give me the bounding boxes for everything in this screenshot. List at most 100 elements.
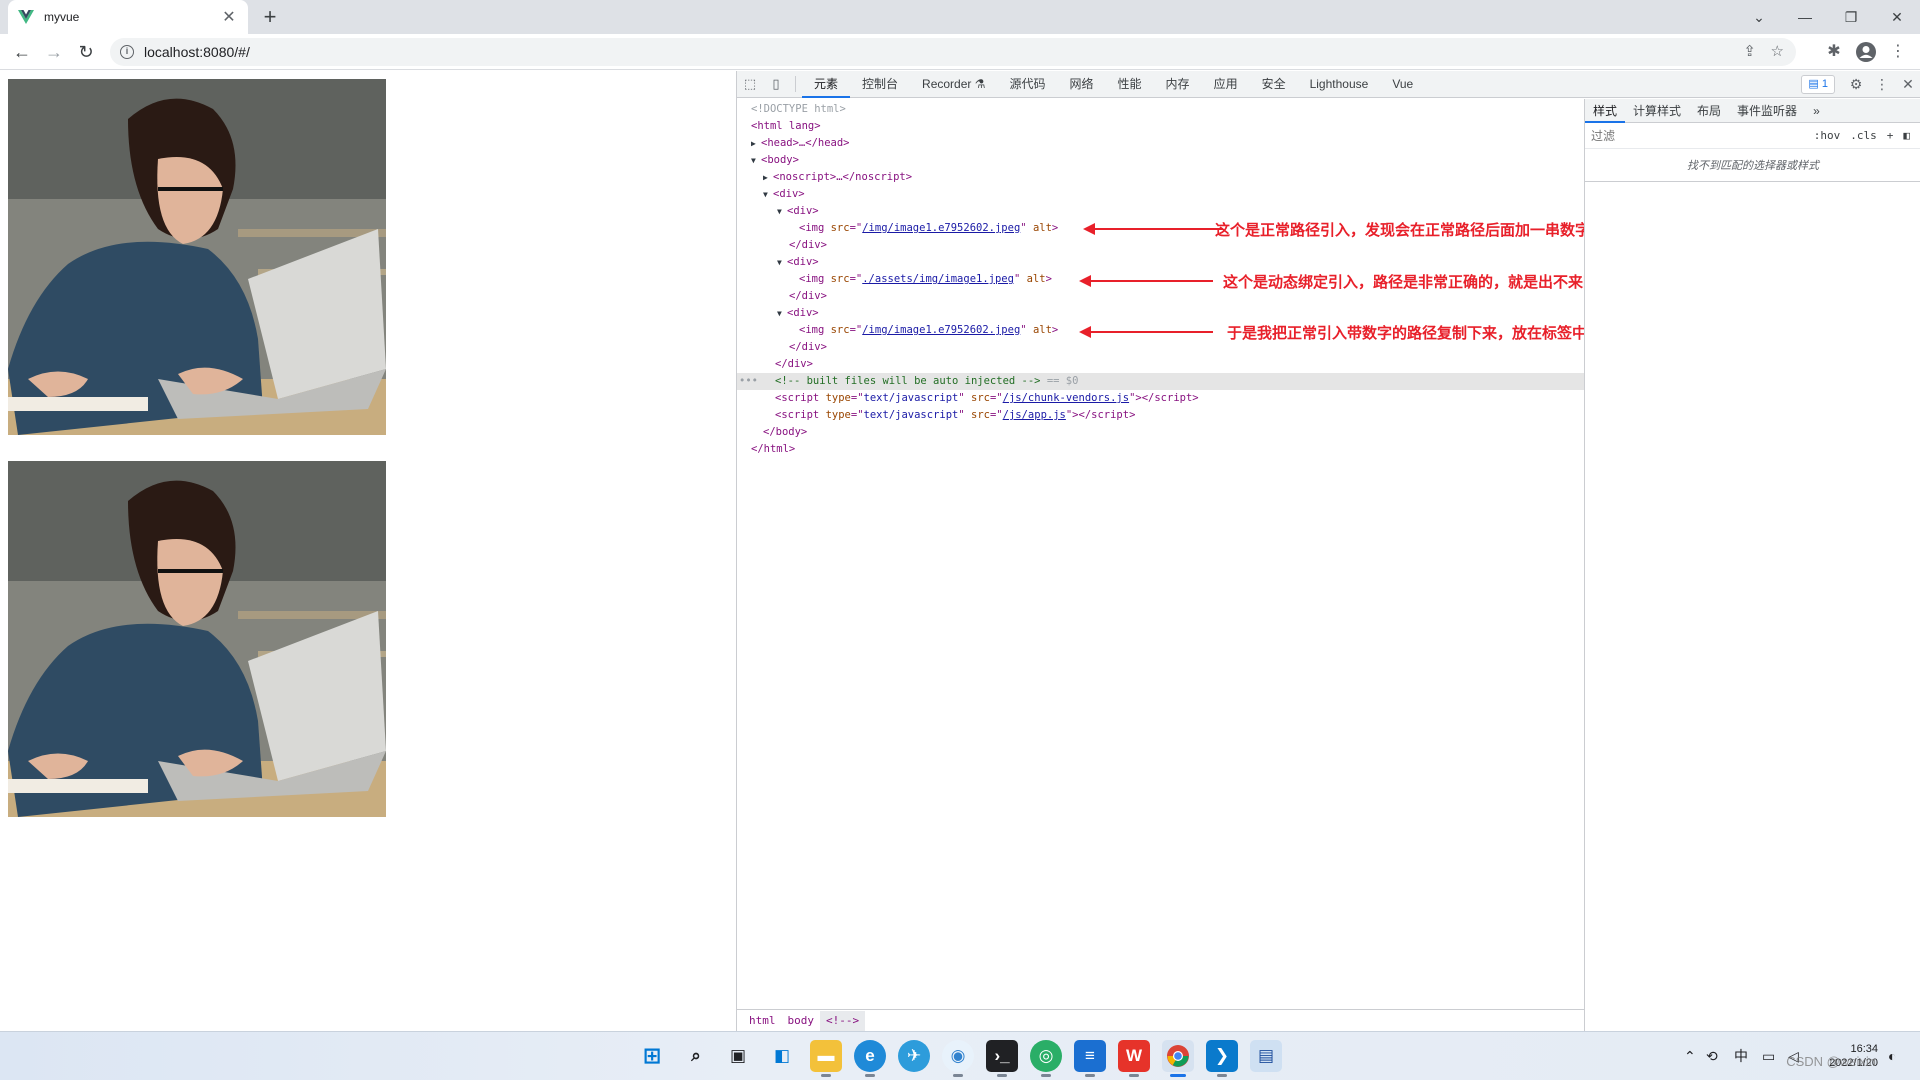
file-explorer-icon[interactable]: ▬ <box>810 1040 842 1077</box>
collapse-triangle-icon[interactable]: ▼ <box>777 305 787 322</box>
dom-node-app-div[interactable]: ▼ <div> <box>763 186 805 203</box>
tab-network[interactable]: 网络 <box>1058 71 1106 98</box>
hov-toggle[interactable]: :hov <box>1809 129 1846 142</box>
breadcrumb-comment[interactable]: <!--> <box>820 1010 866 1031</box>
tab-memory[interactable]: 内存 <box>1154 71 1202 98</box>
img-src-link[interactable]: ./assets/img/image1.jpeg <box>862 273 1014 285</box>
tab-computed[interactable]: 计算样式 <box>1625 99 1689 123</box>
dom-node-img[interactable]: <img src="/img/image1.e7952602.jpeg" alt… <box>799 220 1058 237</box>
breadcrumb-body[interactable]: body <box>782 1011 821 1031</box>
network-icon[interactable]: ▭ <box>1762 1032 1775 1081</box>
expand-triangle-icon[interactable]: ▶ <box>751 135 761 152</box>
dom-node-div[interactable]: ▼ <div> <box>777 305 819 322</box>
qq-icon[interactable]: ◉ <box>942 1040 974 1077</box>
url-text[interactable]: localhost:8080/#/ <box>144 44 250 60</box>
notepad-icon[interactable]: ≡ <box>1074 1040 1106 1077</box>
tab-lighthouse[interactable]: Lighthouse <box>1298 71 1381 98</box>
dom-node-div-close[interactable]: </div> <box>789 237 827 254</box>
img-src-link[interactable]: /img/image1.e7952602.jpeg <box>862 222 1020 234</box>
dom-node-noscript[interactable]: ▶ <noscript>…</noscript> <box>763 169 912 186</box>
dom-node-comment-selected[interactable]: ••• <!-- built files will be auto inject… <box>737 373 1584 390</box>
tab-vue[interactable]: Vue <box>1380 71 1425 98</box>
edge-icon[interactable]: e <box>854 1040 886 1077</box>
new-tab-button[interactable]: + <box>256 3 284 31</box>
restore-button[interactable]: ❐ <box>1828 0 1874 34</box>
dom-node-img[interactable]: <img src="/img/image1.e7952602.jpeg" alt… <box>799 322 1058 339</box>
search-icon[interactable]: ⌕ <box>680 1040 712 1072</box>
wechat-icon[interactable]: ◎ <box>1030 1040 1062 1077</box>
toggle-sidebar-icon[interactable]: ◧ <box>1898 129 1915 142</box>
tab-elements[interactable]: 元素 <box>802 71 851 98</box>
dom-node-script[interactable]: <script type="text/javascript" src="/js/… <box>775 390 1199 407</box>
collapse-triangle-icon[interactable]: ▼ <box>777 254 787 271</box>
bookmark-star-icon[interactable]: ☆ <box>1771 38 1784 66</box>
remote-desktop-icon[interactable]: ▤ <box>1250 1040 1282 1072</box>
breadcrumb-html[interactable]: html <box>743 1011 782 1031</box>
wps-icon[interactable]: W <box>1118 1040 1150 1077</box>
tab-security[interactable]: 安全 <box>1250 71 1298 98</box>
collapse-triangle-icon[interactable]: ▼ <box>763 186 773 203</box>
tab-event-listeners[interactable]: 事件监听器 <box>1729 99 1805 123</box>
dom-node-body-close[interactable]: </body> <box>763 424 807 441</box>
tab-sources[interactable]: 源代码 <box>998 71 1058 98</box>
tab-styles[interactable]: 样式 <box>1585 99 1626 123</box>
task-view-icon[interactable]: ▣ <box>722 1040 754 1072</box>
dom-node-div-close[interactable]: </div> <box>789 339 827 356</box>
tab-recorder[interactable]: Recorder ⚗ <box>910 71 997 98</box>
tab-performance[interactable]: 性能 <box>1106 71 1154 98</box>
settings-gear-icon[interactable]: ⚙ <box>1843 71 1869 98</box>
more-dots-icon[interactable]: ••• <box>739 373 758 390</box>
cls-toggle[interactable]: .cls <box>1845 129 1882 142</box>
new-rule-icon[interactable]: + <box>1882 129 1899 142</box>
img-src-link[interactable]: /img/image1.e7952602.jpeg <box>862 324 1020 336</box>
dom-node-app-div-close[interactable]: </div> <box>775 356 813 373</box>
qq-browser-icon[interactable]: ✈ <box>898 1040 930 1072</box>
dom-node-div[interactable]: ▼ <div> <box>777 254 819 271</box>
menu-icon[interactable]: ⋮ <box>1884 38 1912 66</box>
reload-button[interactable]: ↻ <box>72 38 100 66</box>
address-bar[interactable]: i localhost:8080/#/ ⇪ ☆ <box>110 38 1796 66</box>
script-src-link[interactable]: /js/app.js <box>1003 409 1066 421</box>
terminal-icon[interactable]: ›_ <box>986 1040 1018 1077</box>
dom-node-html[interactable]: <html lang> <box>751 118 821 135</box>
forward-button[interactable]: → <box>40 38 68 66</box>
script-src-link[interactable]: /js/chunk-vendors.js <box>1003 392 1129 404</box>
back-button[interactable]: ← <box>8 38 36 66</box>
notification-icon[interactable]: ◐ <box>1888 1032 1896 1081</box>
vscode-icon[interactable]: ❯ <box>1206 1040 1238 1077</box>
profile-avatar[interactable] <box>1852 38 1880 66</box>
dom-node-body[interactable]: ▼ <body> <box>751 152 799 169</box>
dom-node-img[interactable]: <img src="./assets/img/image1.jpeg" alt> <box>799 271 1052 288</box>
dom-node-div-close[interactable]: </div> <box>789 288 827 305</box>
styles-filter-input[interactable] <box>1591 128 1809 143</box>
tab-console[interactable]: 控制台 <box>850 71 910 98</box>
tab-close-icon[interactable]: ✕ <box>220 7 238 27</box>
dom-node-doctype[interactable]: <!DOCTYPE html> <box>751 101 846 118</box>
close-devtools-icon[interactable]: ✕ <box>1895 71 1920 98</box>
share-icon[interactable]: ⇪ <box>1743 38 1756 66</box>
tab-application[interactable]: 应用 <box>1202 71 1250 98</box>
chrome-icon[interactable] <box>1162 1040 1194 1077</box>
device-toolbar-icon[interactable]: ▯ <box>763 71 789 97</box>
widgets-icon[interactable]: ◧ <box>766 1040 798 1072</box>
minimize-button[interactable]: — <box>1782 0 1828 34</box>
collapse-triangle-icon[interactable]: ▼ <box>777 203 787 220</box>
dom-node-script[interactable]: <script type="text/javascript" src="/js/… <box>775 407 1135 424</box>
start-menu-icon[interactable]: ⊞ <box>636 1040 668 1072</box>
dom-node-html-close[interactable]: </html> <box>751 441 795 458</box>
tab-layout[interactable]: 布局 <box>1689 99 1729 123</box>
dom-node-head[interactable]: ▶ <head>…</head> <box>751 135 850 152</box>
expand-triangle-icon[interactable]: ▶ <box>763 169 773 186</box>
tray-overflow-icon[interactable]: ⌃ <box>1684 1032 1696 1081</box>
inspect-element-icon[interactable]: ⬚ <box>737 71 763 97</box>
extensions-icon[interactable]: ✱ <box>1820 38 1848 66</box>
dom-node-div[interactable]: ▼ <div> <box>777 203 819 220</box>
sync-icon[interactable]: ⟲ <box>1706 1032 1718 1081</box>
browser-tab[interactable]: myvue ✕ <box>8 0 248 34</box>
site-info-icon[interactable]: i <box>120 45 134 59</box>
ime-indicator[interactable]: 中 <box>1734 1032 1748 1081</box>
tab-search-icon[interactable]: ⌄ <box>1736 0 1782 34</box>
more-tabs-icon[interactable]: » <box>1805 99 1828 123</box>
issues-badge[interactable]: ▤ 1 <box>1801 75 1835 94</box>
collapse-triangle-icon[interactable]: ▼ <box>751 152 761 169</box>
